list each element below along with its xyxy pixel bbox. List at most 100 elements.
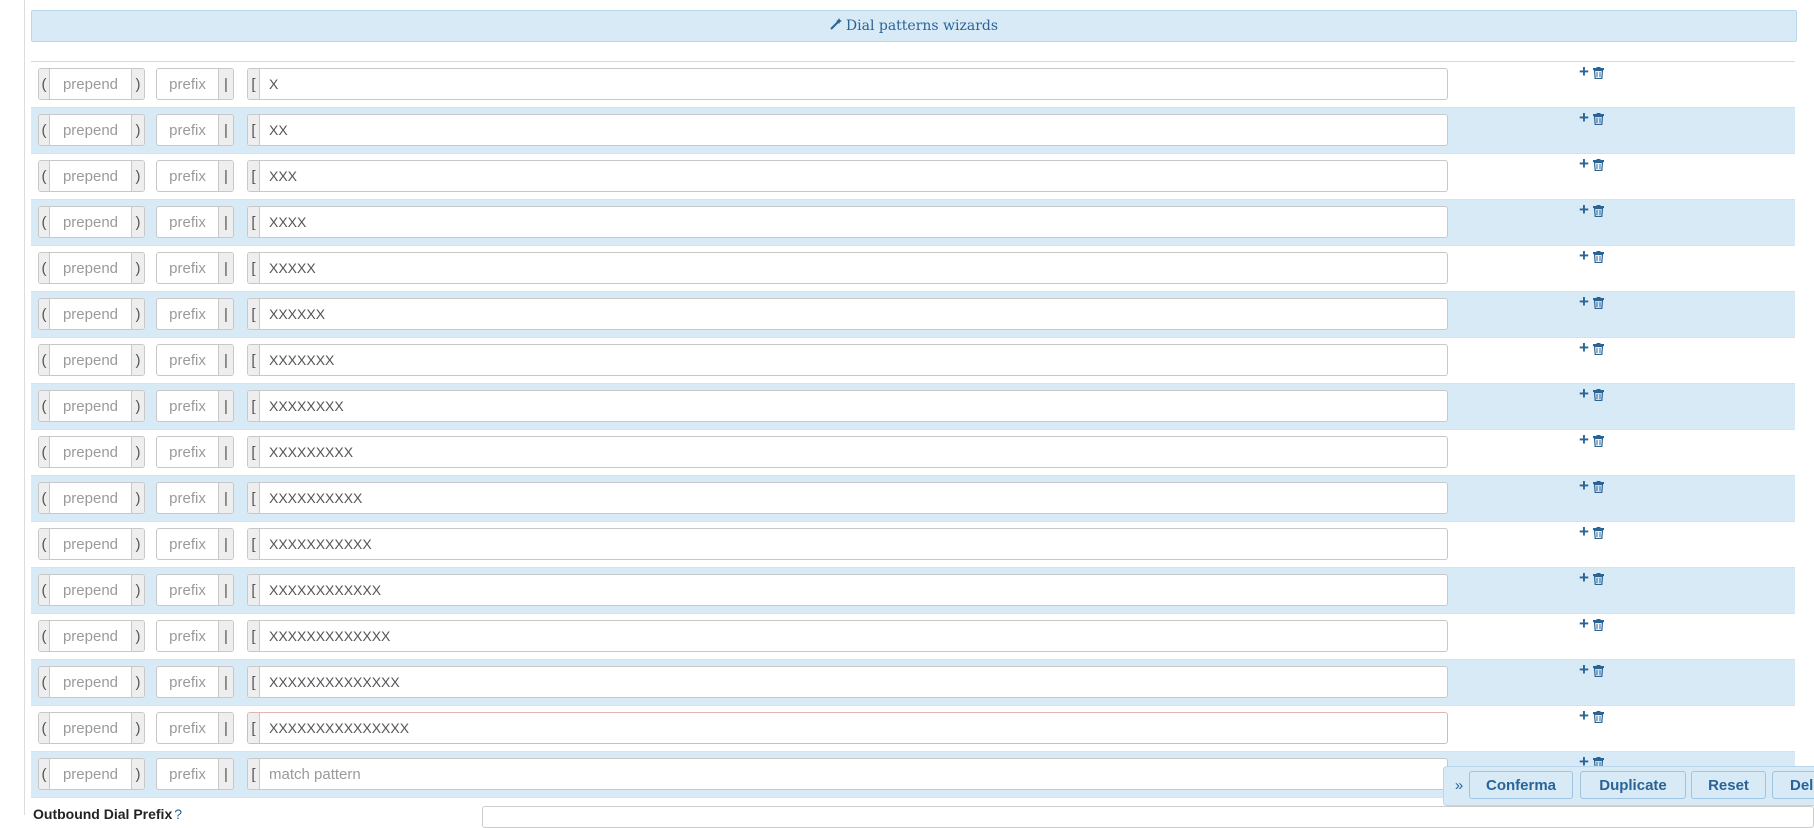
prepend-input[interactable]: prepend	[50, 391, 131, 421]
trash-icon[interactable]	[1592, 342, 1604, 356]
match-pattern-input[interactable]: XXXXXXXXXXXXXXX	[269, 713, 1441, 743]
trash-icon[interactable]	[1592, 112, 1604, 126]
pipe-addon: |	[218, 253, 233, 283]
prepend-input[interactable]: prepend	[50, 621, 131, 651]
trash-icon[interactable]	[1592, 526, 1604, 540]
prepend-input[interactable]: prepend	[50, 253, 131, 283]
prefix-input[interactable]: prefix	[157, 759, 218, 789]
trash-icon[interactable]	[1592, 388, 1604, 402]
prefix-input[interactable]: prefix	[157, 207, 218, 237]
trash-icon[interactable]	[1592, 66, 1604, 80]
plus-icon[interactable]: +	[1579, 477, 1589, 494]
dial-patterns-wizard-button[interactable]: Dial patterns wizards	[31, 10, 1797, 42]
prepend-input[interactable]: prepend	[50, 207, 131, 237]
prefix-input[interactable]: prefix	[157, 621, 218, 651]
plus-icon[interactable]: +	[1579, 339, 1589, 356]
prefix-input[interactable]: prefix	[157, 575, 218, 605]
trash-icon[interactable]	[1592, 480, 1604, 494]
trash-icon[interactable]	[1592, 710, 1604, 724]
trash-icon[interactable]	[1592, 664, 1604, 678]
plus-icon[interactable]: +	[1579, 523, 1589, 540]
match-pattern-input[interactable]: XXXXXXXXXXXXX	[269, 621, 1441, 651]
match-pattern-input[interactable]: XXXXXXXXXXXXXX	[269, 667, 1441, 697]
duplicate-button[interactable]: Duplicate	[1580, 771, 1686, 799]
trash-icon[interactable]	[1592, 158, 1604, 172]
match-pattern-input[interactable]: XXXXXX	[269, 299, 1441, 329]
match-pattern-input[interactable]: XXX	[269, 161, 1441, 191]
outbound-dial-prefix-input[interactable]	[482, 806, 1814, 828]
trash-icon[interactable]	[1592, 250, 1604, 264]
prefix-input[interactable]: prefix	[157, 529, 218, 559]
match-pattern-input[interactable]: XXXXXXXXXXXX	[269, 575, 1441, 605]
prepend-input[interactable]: prepend	[50, 483, 131, 513]
prepend-input[interactable]: prepend	[50, 69, 131, 99]
row-actions: +	[1579, 569, 1604, 586]
match-pattern-input[interactable]: X	[269, 69, 1441, 99]
prepend-input[interactable]: prepend	[50, 161, 131, 191]
prepend-input-group: (prepend)	[38, 68, 145, 100]
prepend-input[interactable]: prepend	[50, 713, 131, 743]
prefix-input[interactable]: prefix	[157, 345, 218, 375]
plus-icon[interactable]: +	[1579, 707, 1589, 724]
close-paren-addon: )	[131, 391, 144, 421]
confirm-button[interactable]: Conferma	[1469, 771, 1573, 799]
trash-icon[interactable]	[1592, 204, 1604, 218]
plus-icon[interactable]: +	[1579, 247, 1589, 264]
prefix-input[interactable]: prefix	[157, 299, 218, 329]
prefix-input[interactable]: prefix	[157, 391, 218, 421]
prepend-input-group: (prepend)	[38, 114, 145, 146]
match-pattern-input[interactable]: XXXXXXXXX	[269, 437, 1441, 467]
plus-icon[interactable]: +	[1579, 615, 1589, 632]
close-paren-addon: )	[131, 483, 144, 513]
delete-button[interactable]: Delete	[1772, 771, 1814, 799]
plus-icon[interactable]: +	[1579, 431, 1589, 448]
trash-icon[interactable]	[1592, 618, 1604, 632]
prefix-input[interactable]: prefix	[157, 667, 218, 697]
prepend-input[interactable]: prepend	[50, 667, 131, 697]
trash-icon[interactable]	[1592, 572, 1604, 586]
prepend-input[interactable]: prepend	[50, 529, 131, 559]
close-paren-addon: )	[131, 69, 144, 99]
prepend-input[interactable]: prepend	[50, 575, 131, 605]
match-pattern-input[interactable]: XXXX	[269, 207, 1441, 237]
plus-icon[interactable]: +	[1579, 569, 1589, 586]
help-icon[interactable]: ?	[174, 806, 182, 822]
plus-icon[interactable]: +	[1579, 63, 1589, 80]
prefix-input[interactable]: prefix	[157, 437, 218, 467]
double-chevron-right-icon[interactable]: »	[1451, 772, 1467, 798]
row-actions: +	[1579, 385, 1604, 402]
plus-icon[interactable]: +	[1579, 661, 1589, 678]
prefix-input[interactable]: prefix	[157, 69, 218, 99]
match-pattern-input[interactable]: match pattern	[269, 759, 1441, 789]
dial-pattern-row: (prepend) prefix | [XXX +	[31, 154, 1795, 200]
row-actions: +	[1579, 431, 1604, 448]
match-pattern-input[interactable]: XXXXXXXXXXX	[269, 529, 1441, 559]
prepend-input[interactable]: prepend	[50, 345, 131, 375]
match-pattern-input[interactable]: XX	[269, 115, 1441, 145]
match-pattern-input-group: [XXXXXXXXXXXX	[247, 574, 1448, 606]
prefix-input[interactable]: prefix	[157, 253, 218, 283]
trash-icon[interactable]	[1592, 296, 1604, 310]
open-paren-addon: (	[39, 69, 50, 99]
prepend-input[interactable]: prepend	[50, 299, 131, 329]
prefix-input-group: prefix |	[156, 712, 234, 744]
prefix-input[interactable]: prefix	[157, 161, 218, 191]
prefix-input[interactable]: prefix	[157, 483, 218, 513]
match-pattern-input[interactable]: XXXXXXX	[269, 345, 1441, 375]
prepend-input[interactable]: prepend	[50, 437, 131, 467]
prepend-input[interactable]: prepend	[50, 115, 131, 145]
plus-icon[interactable]: +	[1579, 201, 1589, 218]
match-pattern-input[interactable]: XXXXX	[269, 253, 1441, 283]
plus-icon[interactable]: +	[1579, 293, 1589, 310]
plus-icon[interactable]: +	[1579, 385, 1589, 402]
prepend-input[interactable]: prepend	[50, 759, 131, 789]
match-pattern-input[interactable]: XXXXXXXXXX	[269, 483, 1441, 513]
plus-icon[interactable]: +	[1579, 109, 1589, 126]
match-pattern-input[interactable]: XXXXXXXX	[269, 391, 1441, 421]
plus-icon[interactable]: +	[1579, 155, 1589, 172]
reset-button[interactable]: Reset	[1691, 771, 1766, 799]
trash-icon[interactable]	[1592, 434, 1604, 448]
dial-pattern-row: (prepend) prefix | [XX +	[31, 108, 1795, 154]
prefix-input[interactable]: prefix	[157, 713, 218, 743]
prefix-input[interactable]: prefix	[157, 115, 218, 145]
